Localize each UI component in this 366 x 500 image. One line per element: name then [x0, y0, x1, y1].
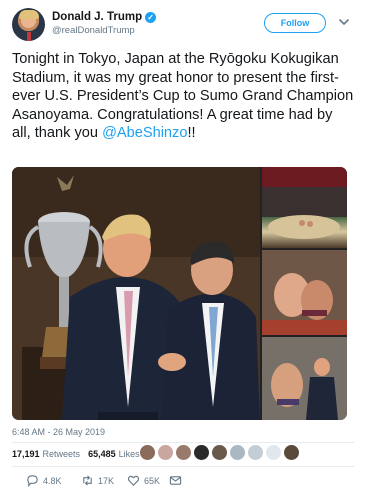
heart-icon: [127, 475, 140, 486]
like-button[interactable]: 65K: [127, 474, 160, 487]
photo-main-illustration: [12, 167, 260, 420]
photo-arena[interactable]: [262, 167, 347, 248]
avatar-tie: [27, 32, 31, 41]
action-bar: 4.8K 17K 65K: [12, 474, 354, 492]
liker-avatar[interactable]: [158, 445, 173, 460]
follow-button[interactable]: Follow: [264, 13, 326, 33]
photo-arena-illustration: [262, 167, 347, 239]
retweet-icon: [83, 475, 92, 486]
liker-avatar[interactable]: [248, 445, 263, 460]
handshake: [158, 353, 186, 371]
tweet-timestamp[interactable]: 6:48 AM - 26 May 2019: [12, 427, 105, 437]
liker-avatar[interactable]: [230, 445, 245, 460]
retweet-count: 17K: [98, 475, 115, 486]
envelope-icon: [169, 476, 182, 485]
photo-sumo-bout[interactable]: [262, 250, 347, 335]
reply-count: 4.8K: [43, 475, 62, 486]
avatar-hair: [19, 10, 39, 19]
retweets-label[interactable]: Retweets: [43, 449, 81, 459]
photo-trophy-presentation-illustration: [262, 337, 347, 420]
display-name[interactable]: Donald J. Trump ✓: [52, 11, 157, 23]
likes-count[interactable]: 65,485: [88, 449, 116, 459]
liker-avatar[interactable]: [284, 445, 299, 460]
tweet-text: Tonight in Tokyo, Japan at the Ryōgoku K…: [12, 50, 354, 143]
retweet-button[interactable]: 17K: [81, 474, 114, 487]
liker-avatar[interactable]: [176, 445, 191, 460]
reply-button[interactable]: 4.8K: [26, 474, 62, 487]
liker-avatar[interactable]: [212, 445, 227, 460]
photo-main[interactable]: [12, 167, 260, 420]
avatar[interactable]: [12, 8, 45, 41]
photo-sumo-bout-illustration: [262, 250, 347, 335]
likes-label[interactable]: Likes: [119, 449, 140, 459]
tweet-text-end: !!: [187, 125, 196, 141]
retweets-count[interactable]: 17,191: [12, 449, 40, 459]
reply-icon: [27, 475, 38, 487]
user-handle[interactable]: @realDonaldTrump: [52, 25, 156, 36]
display-name-text[interactable]: Donald J. Trump: [52, 11, 142, 23]
liker-avatar[interactable]: [194, 445, 209, 460]
chevron-down-icon[interactable]: [338, 16, 350, 28]
like-count: 65K: [144, 475, 161, 486]
tweet-header: Donald J. Trump ✓ @realDonaldTrump Follo…: [12, 8, 354, 44]
liker-avatar[interactable]: [140, 445, 155, 460]
divider: [12, 442, 354, 443]
direct-message-button[interactable]: [169, 474, 182, 487]
mention-link[interactable]: @AbeShinzo: [102, 125, 187, 141]
name-block[interactable]: Donald J. Trump ✓ @realDonaldTrump: [52, 11, 157, 36]
engagement-counts: 17,191 Retweets 65,485 Likes: [12, 449, 140, 459]
liker-avatars: [140, 445, 299, 460]
photo-trophy-presentation[interactable]: [262, 337, 347, 420]
verified-check-icon: ✓: [145, 11, 157, 23]
divider: [12, 466, 354, 467]
media-grid: [12, 167, 347, 420]
liker-avatar[interactable]: [266, 445, 281, 460]
